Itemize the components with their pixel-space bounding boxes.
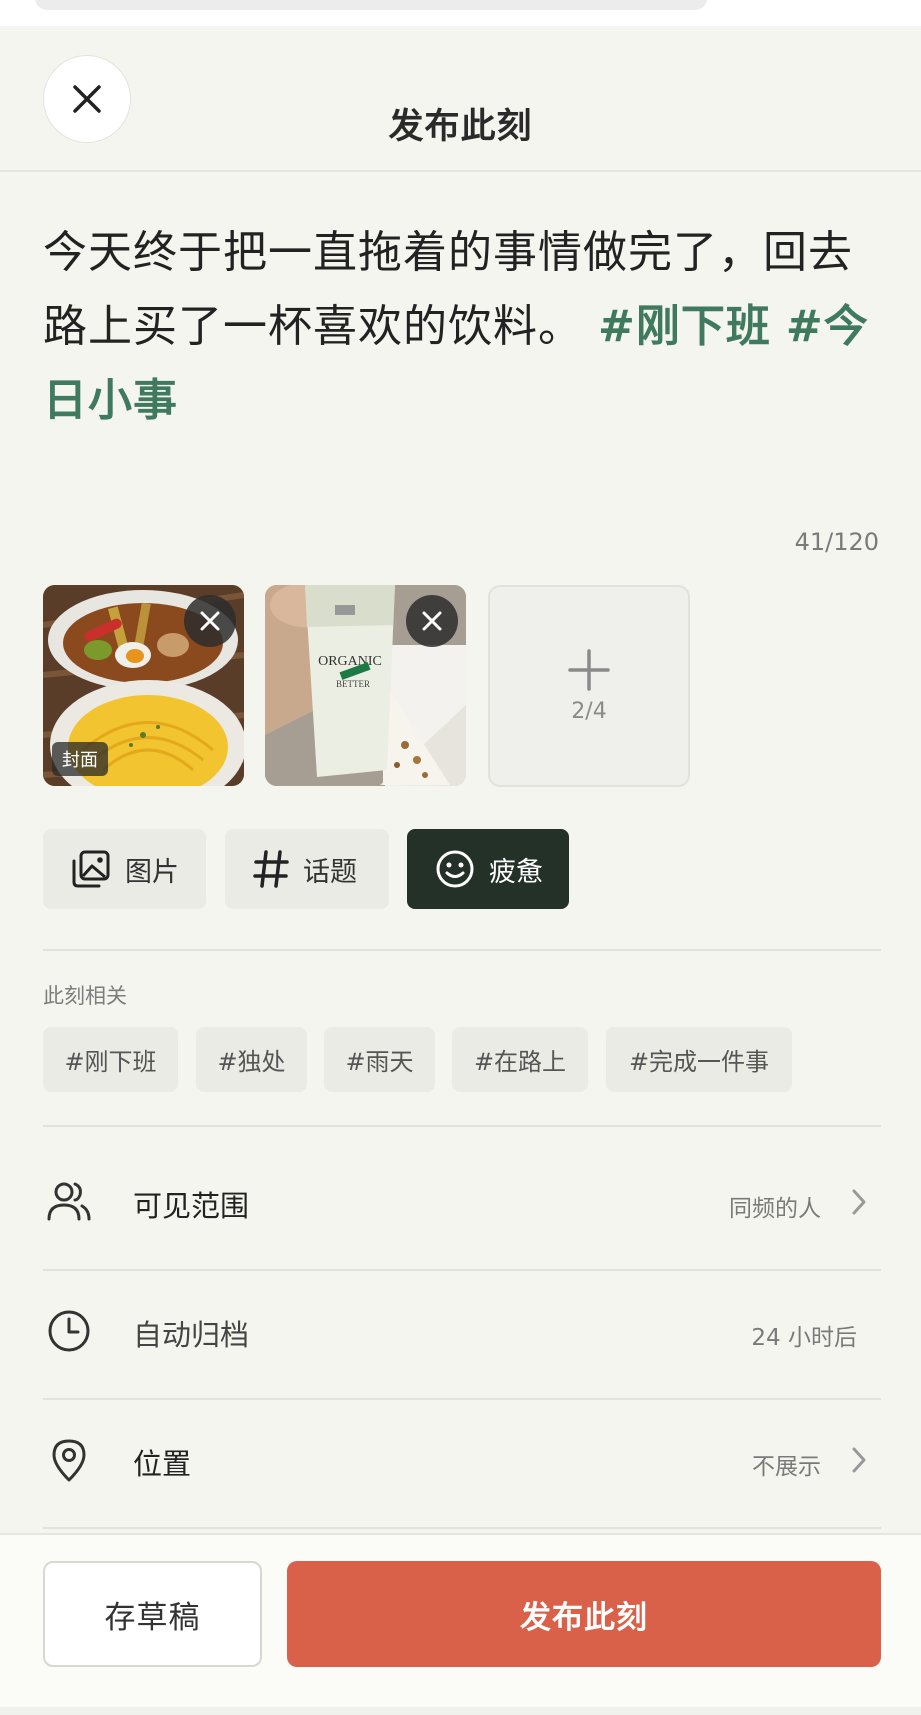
save-draft-button[interactable]: 存草稿 [43, 1561, 262, 1667]
related-chip[interactable]: #刚下班 [43, 1027, 178, 1092]
close-icon [422, 611, 442, 631]
related-chip[interactable]: #雨天 [324, 1027, 435, 1092]
post-tag[interactable]: #刚下班 [598, 301, 771, 352]
users-icon [45, 1178, 93, 1226]
location-row[interactable]: 位置 不展示 [43, 1399, 881, 1527]
visibility-row[interactable]: 可见范围 同频的人 [43, 1141, 881, 1269]
visibility-value: 同频的人 [729, 1196, 821, 1222]
topic-tool-label: 话题 [303, 856, 357, 888]
location-value: 不展示 [752, 1454, 821, 1480]
smile-icon [435, 849, 475, 889]
plus-icon [568, 648, 610, 691]
bottom-action-bar: 存草稿 发布此刻 [0, 1533, 921, 1715]
hashtag-icon [253, 849, 289, 889]
page-title: 发布此刻 [388, 107, 533, 147]
chevron-right-icon [849, 1445, 869, 1479]
image-tool-button[interactable]: 图片 [43, 829, 206, 909]
location-label: 位置 [133, 1447, 192, 1481]
auto-archive-label: 自动归档 [133, 1318, 250, 1352]
related-chip[interactable]: #独处 [196, 1027, 307, 1092]
mood-tool-button[interactable]: 疲惫 [407, 829, 569, 909]
clock-icon [45, 1307, 93, 1355]
related-section-label: 此刻相关 [43, 984, 127, 1008]
svg-text:ORGANIC: ORGANIC [318, 654, 382, 669]
photo-thumbnail-food[interactable]: 封面 [43, 585, 244, 786]
char-counter: 41/120 [794, 528, 879, 556]
remove-photo-button[interactable] [184, 595, 236, 647]
remove-photo-button[interactable] [406, 595, 458, 647]
auto-archive-row[interactable]: 自动归档 24 小时后 [43, 1270, 881, 1398]
status-strip [0, 0, 921, 26]
photo-count: 2/4 [571, 698, 607, 724]
home-indicator [0, 1707, 921, 1715]
svg-text:BETTER: BETTER [336, 679, 370, 689]
divider [43, 949, 881, 951]
publish-button[interactable]: 发布此刻 [287, 1561, 881, 1667]
chevron-right-icon [849, 1187, 869, 1221]
photo-thumbnail-drink[interactable]: ORGANIC BETTER [265, 585, 466, 786]
related-chip[interactable]: #完成一件事 [606, 1027, 792, 1092]
location-pin-icon [45, 1436, 93, 1484]
add-photo-button[interactable]: 2/4 [488, 585, 690, 787]
auto-archive-value: 24 小时后 [751, 1325, 857, 1351]
topic-tool-button[interactable]: 话题 [225, 829, 389, 909]
cover-badge: 封面 [52, 742, 108, 776]
related-chip[interactable]: #在路上 [452, 1027, 588, 1092]
mood-tool-label: 疲惫 [489, 856, 543, 888]
divider [43, 1527, 881, 1529]
visibility-label: 可见范围 [133, 1189, 250, 1223]
divider [43, 1125, 881, 1127]
header: 发布此刻 [0, 26, 921, 172]
image-icon [71, 849, 111, 889]
post-text-area[interactable]: 今天终于把一直拖着的事情做完了，回去路上买了一杯喜欢的饮料。 #刚下班 #今日小… [43, 216, 883, 438]
top-handle [35, 0, 707, 10]
image-tool-label: 图片 [125, 856, 179, 888]
close-icon [200, 611, 220, 631]
